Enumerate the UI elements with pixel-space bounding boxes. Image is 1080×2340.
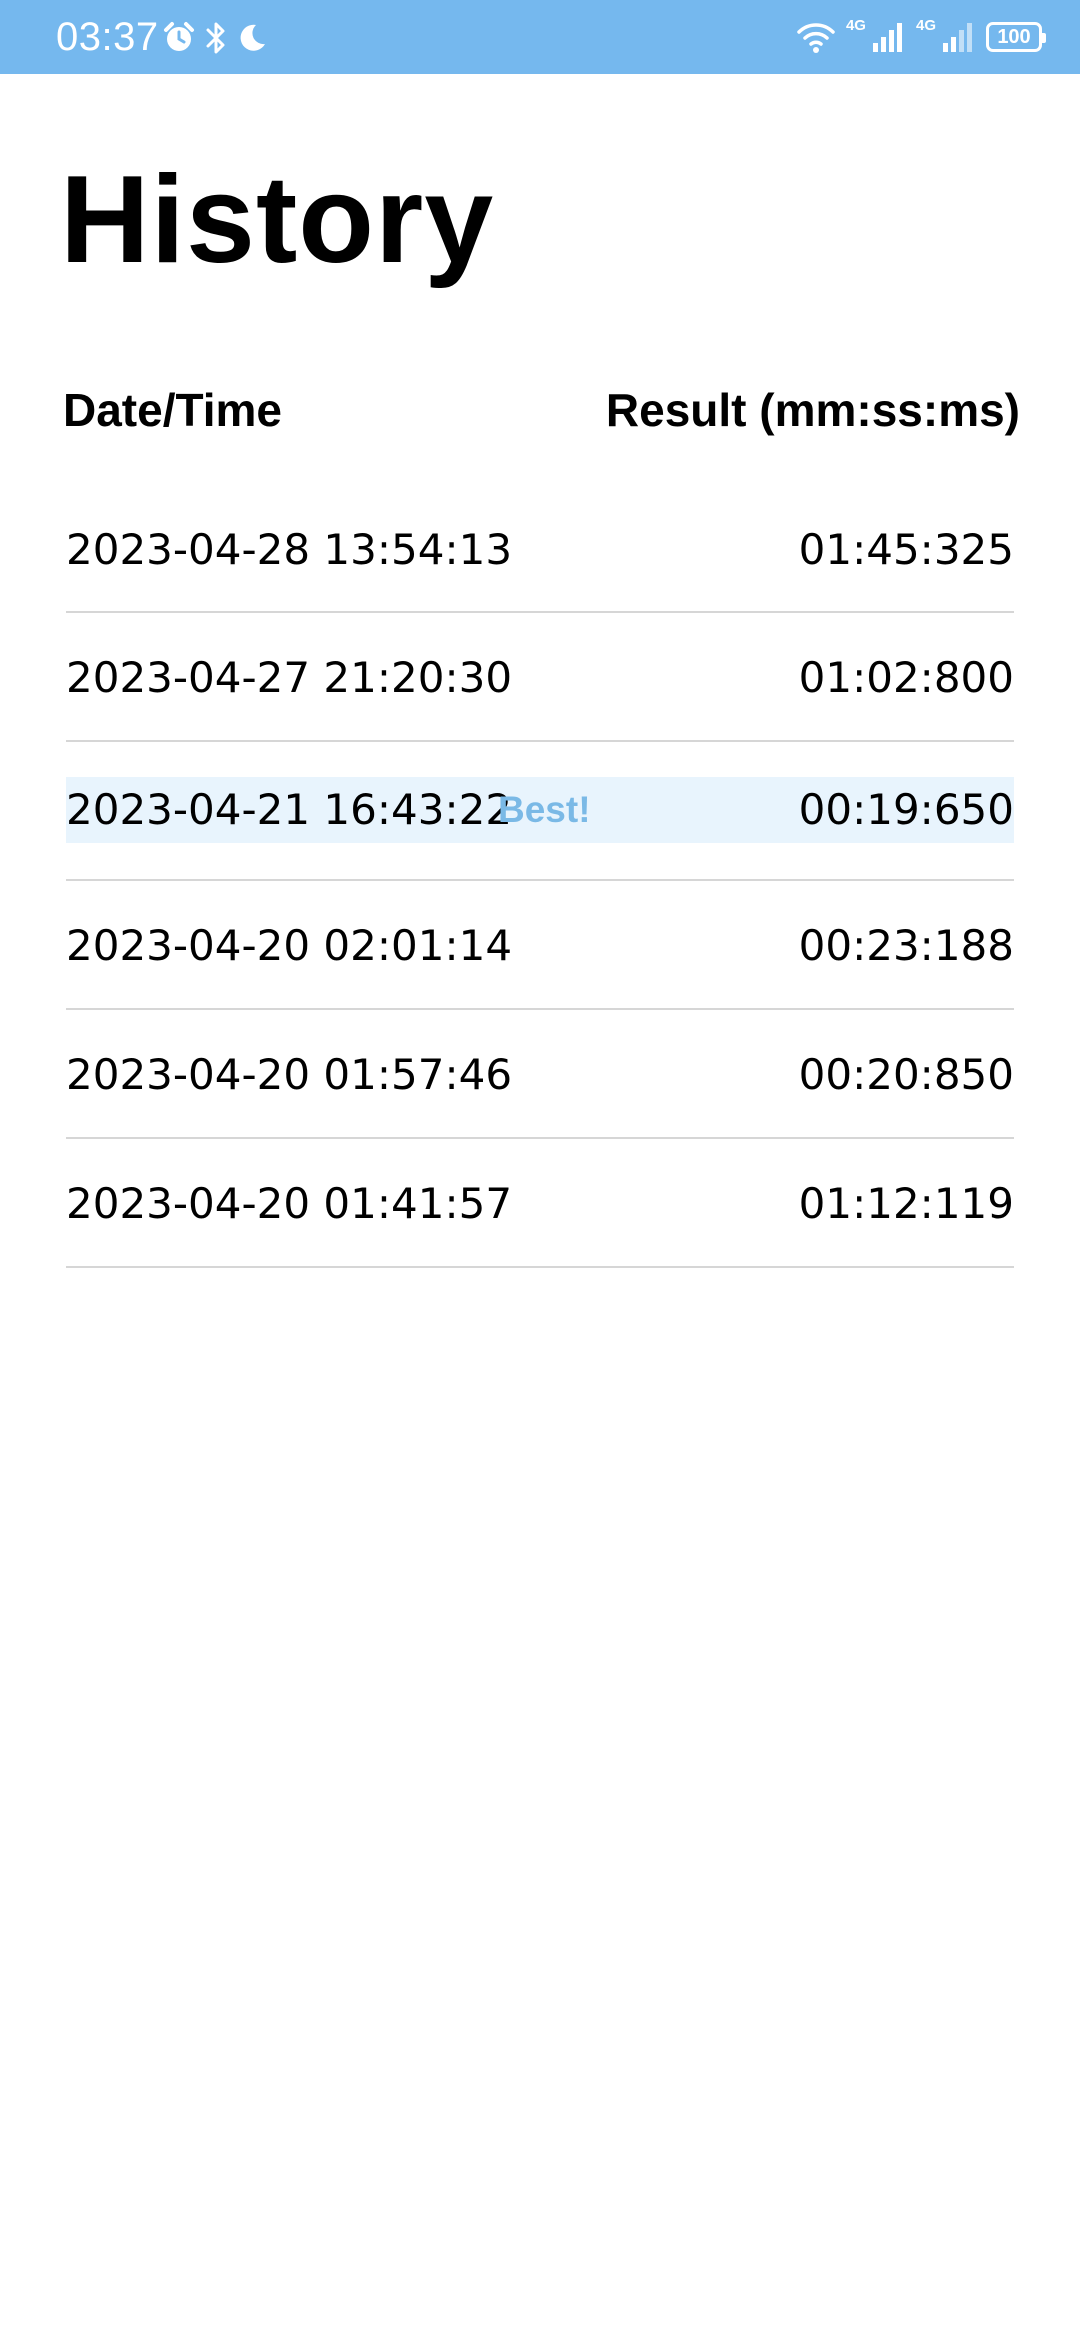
row-date-time: 2023-04-20 02:01:14: [66, 921, 513, 970]
row-result: 01:12:119: [798, 1179, 1014, 1228]
alarm-icon: [162, 21, 196, 55]
signal-icon: [872, 21, 906, 53]
battery-icon: 100: [986, 22, 1046, 52]
status-right-icons: 4G 4G 100: [796, 16, 1046, 58]
network-type-label-2: 4G: [915, 16, 936, 34]
column-header-result: Result (mm:ss:ms): [605, 384, 1020, 436]
row-date-time: 2023-04-20 01:57:46: [66, 1050, 513, 1099]
status-bar: 03:37 4G 4G 100: [0, 0, 1080, 74]
network-type-label-1: 4G: [845, 16, 866, 34]
signal-icon-2: [942, 21, 976, 53]
wifi-icon: [796, 20, 836, 54]
history-row[interactable]: 2023-04-20 02:01:14 00:23:188: [66, 881, 1014, 1010]
row-result: 00:20:850: [798, 1050, 1014, 1099]
row-result: 00:23:188: [798, 921, 1014, 970]
row-date-time: 2023-04-28 13:54:13: [66, 525, 513, 574]
history-row[interactable]: 2023-04-20 01:41:57 01:12:119: [66, 1139, 1014, 1268]
page-title: History: [60, 151, 495, 289]
history-row[interactable]: 2023-04-28 13:54:13 01:45:325: [66, 484, 1014, 613]
history-list: 2023-04-28 13:54:13 01:45:325 2023-04-27…: [66, 484, 1014, 1268]
history-row[interactable]: 2023-04-27 21:20:30 01:02:800: [66, 613, 1014, 742]
best-badge: Best!: [498, 789, 591, 830]
row-date-time: 2023-04-20 01:41:57: [66, 1179, 513, 1228]
row-result: 01:02:800: [798, 653, 1014, 702]
history-row[interactable]: 2023-04-20 01:57:46 00:20:850: [66, 1010, 1014, 1139]
row-result: 00:19:650: [798, 785, 1014, 834]
battery-level: 100: [997, 26, 1031, 48]
column-header-date-time: Date/Time: [63, 384, 283, 436]
history-row-best[interactable]: 2023-04-21 16:43:22 Best! 00:19:650: [66, 742, 1014, 881]
row-date-time: 2023-04-27 21:20:30: [66, 653, 513, 702]
status-time: 03:37: [56, 15, 159, 59]
bluetooth-icon: [204, 20, 228, 56]
row-result: 01:45:325: [798, 525, 1014, 574]
row-date-time: 2023-04-21 16:43:22: [66, 785, 513, 834]
status-left-icons: [162, 18, 268, 58]
moon-icon: [236, 22, 268, 54]
